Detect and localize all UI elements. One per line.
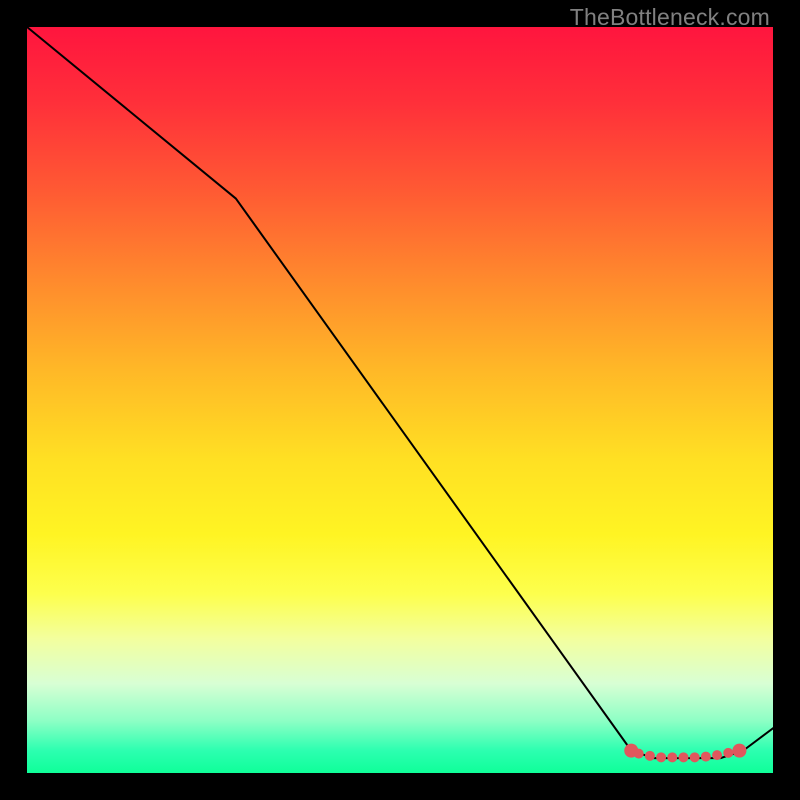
curve-line: [27, 27, 773, 758]
highlight-marker: [678, 752, 688, 762]
highlight-markers: [624, 744, 746, 763]
highlight-marker: [732, 744, 746, 758]
highlight-marker: [712, 750, 722, 760]
highlight-marker: [656, 752, 666, 762]
highlight-marker: [701, 752, 711, 762]
plot-area: [27, 27, 773, 773]
highlight-marker: [645, 751, 655, 761]
watermark-text: TheBottleneck.com: [570, 4, 770, 31]
highlight-marker: [690, 752, 700, 762]
chart-stage: TheBottleneck.com: [0, 0, 800, 800]
highlight-marker: [634, 749, 644, 759]
chart-svg: [27, 27, 773, 773]
highlight-marker: [723, 748, 733, 758]
highlight-marker: [667, 752, 677, 762]
